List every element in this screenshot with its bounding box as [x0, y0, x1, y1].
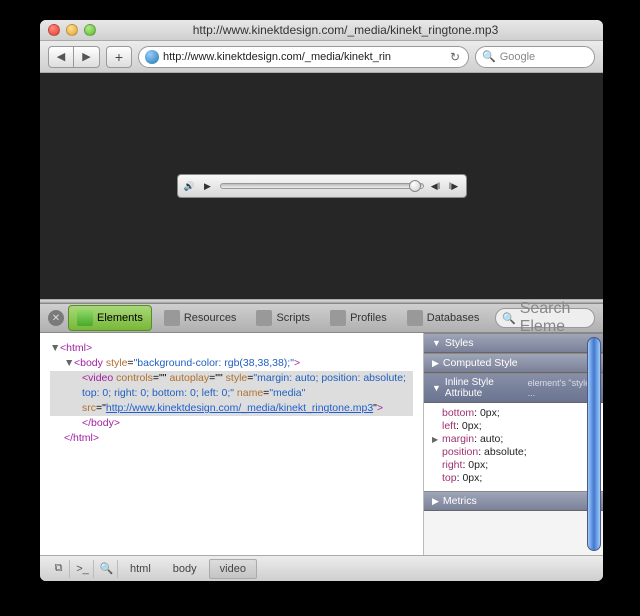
scrollbar[interactable] [587, 337, 601, 551]
close-devtools-button[interactable]: ✕ [48, 310, 64, 326]
style-property[interactable]: top: 0px; [442, 472, 593, 485]
tab-databases[interactable]: Databases [399, 306, 488, 330]
close-icon[interactable] [48, 24, 60, 36]
inline-style-header[interactable]: ▼ Inline Style Attributeelement's "style"… [424, 373, 603, 403]
traffic-lights [48, 24, 96, 36]
console-button[interactable]: >_ [72, 560, 94, 578]
chevron-right-icon: ▶ [432, 496, 439, 507]
devtools-body: ▼<html> ▼<body style="background-color: … [40, 333, 603, 555]
breadcrumb-body[interactable]: body [163, 560, 207, 578]
profiles-icon [330, 310, 346, 326]
nav-buttons: ◀ ▶ [48, 46, 100, 68]
tab-label: Scripts [276, 312, 310, 324]
devtools-tabs: ✕ Elements Resources Scripts Profiles Da… [40, 303, 603, 333]
header-label: Metrics [443, 495, 477, 507]
elements-icon [77, 310, 93, 326]
search-placeholder: Google [500, 51, 535, 63]
tab-label: Elements [97, 312, 143, 324]
search-icon: 🔍 [502, 312, 516, 325]
header-label: Computed Style [443, 357, 518, 369]
metrics-header[interactable]: ▶ Metrics [424, 491, 603, 511]
dock-button[interactable]: ⧉ [48, 560, 70, 578]
style-properties[interactable]: bottom: 0px; left: 0px; ▶margin: auto; p… [424, 403, 603, 491]
play-button[interactable]: ▶ [200, 178, 216, 194]
style-property[interactable]: right: 0px; [442, 459, 593, 472]
tab-elements[interactable]: Elements [68, 305, 152, 331]
chevron-right-icon: ▶ [432, 358, 439, 369]
breadcrumb-video[interactable]: video [209, 559, 257, 579]
tab-label: Databases [427, 312, 480, 324]
chevron-down-icon: ▼ [432, 383, 441, 393]
style-property[interactable]: left: 0px; [442, 420, 593, 433]
chevron-right-icon[interactable]: ▶ [432, 433, 438, 446]
devtools-search[interactable]: 🔍 Search Eleme [495, 308, 595, 328]
titlebar: http://www.kinektdesign.com/_media/kinek… [40, 20, 603, 41]
window-title: http://www.kinektdesign.com/_media/kinek… [96, 23, 595, 37]
browser-toolbar: ◀ ▶ + http://www.kinektdesign.com/_media… [40, 41, 603, 73]
url-bar[interactable]: http://www.kinektdesign.com/_media/kinek… [138, 46, 469, 68]
tab-label: Resources [184, 312, 237, 324]
volume-icon[interactable]: 🔊 [182, 178, 198, 194]
computed-style-header[interactable]: ▶ Computed Style [424, 353, 603, 373]
maximize-icon[interactable] [84, 24, 96, 36]
header-label: Inline Style Attribute [445, 377, 524, 399]
devtools-footer: ⧉ >_ 🔍 html body video [40, 555, 603, 581]
search-bar[interactable]: 🔍 Google [475, 46, 595, 68]
seek-track[interactable] [220, 183, 424, 189]
inspect-button[interactable]: 🔍 [96, 560, 118, 578]
media-player: 🔊 ▶ ◀I I▶ [177, 174, 467, 198]
style-property[interactable]: bottom: 0px; [442, 407, 593, 420]
back-button[interactable]: ◀ [48, 46, 74, 68]
style-property[interactable]: ▶margin: auto; [442, 433, 593, 446]
minimize-icon[interactable] [66, 24, 78, 36]
styles-header[interactable]: ▼ Styles [424, 333, 603, 353]
dom-tree[interactable]: ▼<html> ▼<body style="background-color: … [40, 333, 423, 555]
styles-panel: ▼ Styles ▶ Computed Style ▼ Inline Style At… [423, 333, 603, 555]
step-back-button[interactable]: ◀I [428, 178, 444, 194]
breadcrumb-html[interactable]: html [120, 560, 161, 578]
tab-label: Profiles [350, 312, 387, 324]
tab-scripts[interactable]: Scripts [248, 306, 318, 330]
url-text: http://www.kinektdesign.com/_media/kinek… [163, 51, 444, 63]
browser-window: http://www.kinektdesign.com/_media/kinek… [40, 20, 603, 581]
search-placeholder: Search Eleme [520, 300, 588, 336]
add-tab-button[interactable]: + [106, 46, 132, 68]
tab-resources[interactable]: Resources [156, 306, 245, 330]
scripts-icon [256, 310, 272, 326]
chevron-down-icon: ▼ [432, 338, 441, 348]
page-content: 🔊 ▶ ◀I I▶ [40, 73, 603, 299]
tab-profiles[interactable]: Profiles [322, 306, 395, 330]
step-forward-button[interactable]: I▶ [446, 178, 462, 194]
header-note: element's "style" ... [528, 378, 595, 398]
search-icon: 🔍 [482, 50, 496, 63]
resources-icon [164, 310, 180, 326]
reload-icon[interactable]: ↻ [448, 50, 462, 64]
databases-icon [407, 310, 423, 326]
forward-button[interactable]: ▶ [74, 46, 100, 68]
seek-thumb[interactable] [409, 180, 421, 192]
header-label: Styles [445, 337, 474, 349]
style-property[interactable]: position: absolute; [442, 446, 593, 459]
globe-icon [145, 50, 159, 64]
